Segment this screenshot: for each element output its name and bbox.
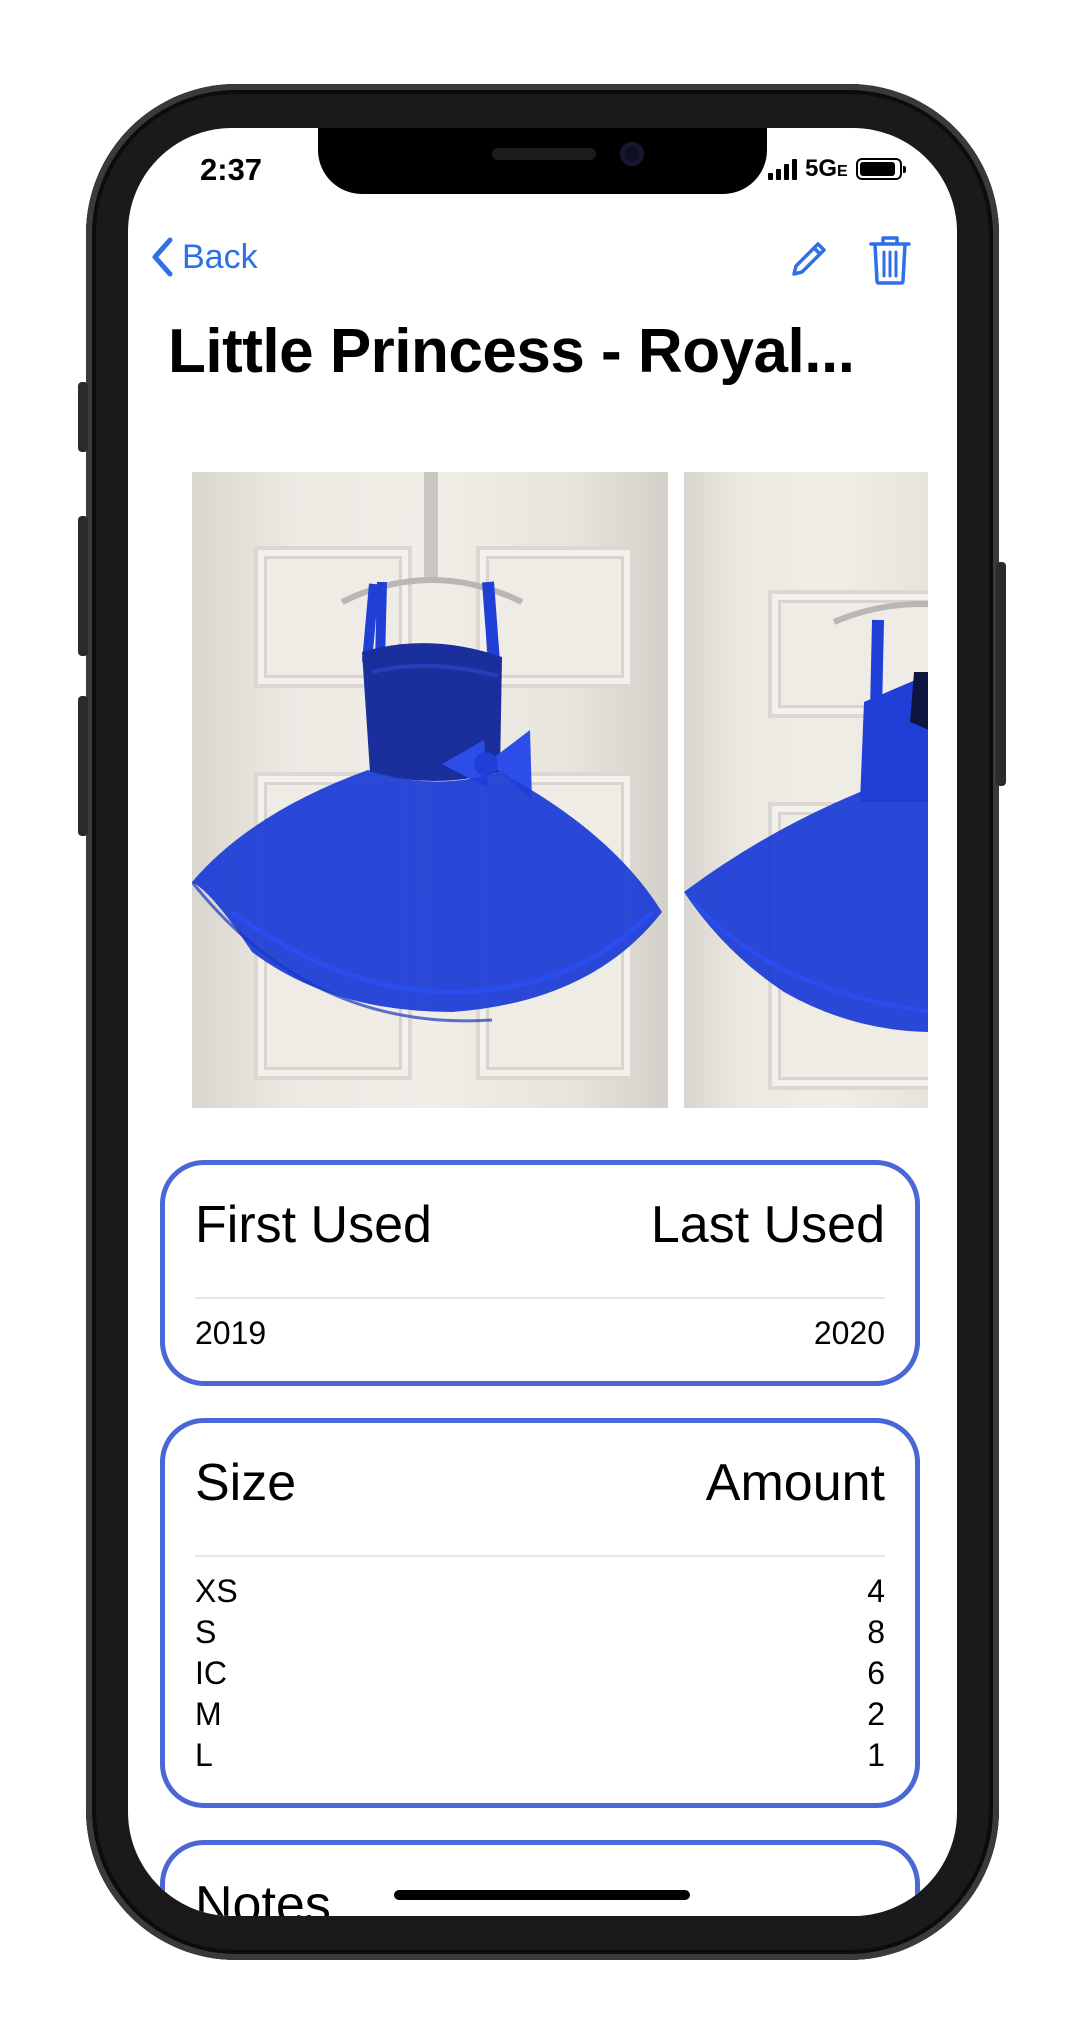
size-value: M — [195, 1696, 222, 1732]
divider — [195, 1555, 885, 1557]
size-value: S — [195, 1614, 217, 1650]
speaker-grille — [492, 148, 596, 160]
status-time: 2:37 — [200, 152, 263, 187]
page-title: Little Princess - Royal... — [168, 317, 855, 386]
photo-carousel[interactable] — [192, 472, 928, 1108]
network-suffix: E — [837, 163, 848, 180]
volume-up-button — [78, 516, 88, 656]
amount-value: 6 — [867, 1655, 885, 1691]
size-value: XS — [195, 1573, 238, 1609]
amount-label: Amount — [705, 1454, 885, 1512]
size-row: IC 6 — [195, 1655, 885, 1692]
size-row: M 2 — [195, 1696, 885, 1733]
signal-icon — [768, 158, 797, 180]
mute-switch — [78, 382, 88, 452]
size-row: XS 4 — [195, 1573, 885, 1610]
pencil-icon[interactable] — [788, 240, 828, 285]
front-camera — [620, 142, 644, 166]
network-type: 5GE — [805, 155, 848, 183]
back-button[interactable]: Back — [150, 236, 258, 278]
network-label: 5G — [805, 155, 838, 182]
usage-dates-card: First Used Last Used 2019 2020 — [160, 1160, 920, 1386]
notes-label: Notes — [195, 1876, 331, 1916]
usage-dates-row: 2019 2020 — [195, 1315, 885, 1352]
amount-value: 4 — [867, 1573, 885, 1609]
usage-dates-header: First Used Last Used — [195, 1195, 885, 1255]
dress-photo-front[interactable] — [192, 472, 668, 1108]
screen: 2:37 5GE Back Little Princess - Royal...… — [128, 128, 957, 1916]
chevron-left-icon — [152, 237, 173, 277]
amount-value: 8 — [867, 1614, 885, 1650]
back-label: Back — [182, 237, 258, 276]
dress-photo-side[interactable] — [684, 472, 928, 1108]
amount-value: 2 — [867, 1696, 885, 1732]
status-indicators: 5GE — [768, 152, 906, 186]
last-used-label: Last Used — [650, 1196, 885, 1254]
volume-down-button — [78, 696, 88, 836]
power-button — [996, 562, 1006, 786]
dress-image — [684, 601, 928, 1032]
last-used-value: 2020 — [813, 1315, 885, 1351]
size-row: L 1 — [195, 1737, 885, 1774]
first-used-label: First Used — [195, 1196, 432, 1254]
battery-icon — [855, 158, 906, 180]
divider — [195, 1297, 885, 1299]
sizes-card: Size Amount XS 4 S 8 IC 6 M 2 L 1 — [160, 1418, 920, 1808]
notes-card: Notes — [160, 1840, 920, 1916]
sizes-header: Size Amount — [195, 1453, 885, 1513]
amount-value: 1 — [867, 1737, 885, 1773]
size-label: Size — [195, 1454, 297, 1512]
first-used-value: 2019 — [195, 1315, 267, 1351]
size-value: IC — [195, 1655, 227, 1691]
home-indicator[interactable] — [394, 1890, 690, 1900]
notch — [318, 128, 767, 194]
size-row: S 8 — [195, 1614, 885, 1651]
dress-image — [192, 472, 662, 1023]
size-value: L — [195, 1737, 213, 1773]
trash-icon[interactable] — [868, 234, 912, 291]
